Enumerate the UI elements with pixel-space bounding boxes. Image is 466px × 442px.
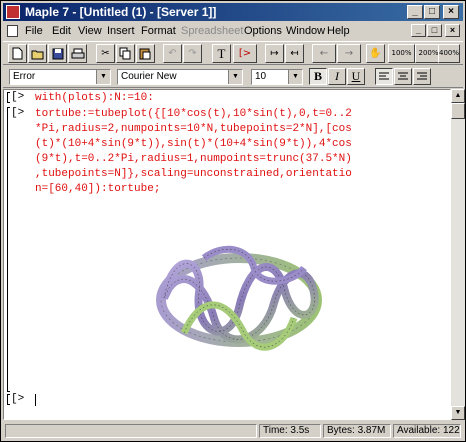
redo-icon[interactable]: ↷ [183, 44, 202, 63]
menu-window[interactable]: Window [286, 25, 325, 37]
scroll-thumb[interactable] [451, 103, 465, 119]
status-bytes: Bytes: 3.87M [323, 424, 391, 438]
doc-restore-button[interactable]: □ [427, 24, 442, 37]
menu-view[interactable]: View [78, 25, 102, 37]
execution-group-bracket[interactable] [7, 92, 10, 103]
3d-plot[interactable] [144, 238, 334, 368]
input-line[interactable]: (9*t),t=0..2*Pi,radius=1,numpoints=trunc… [35, 152, 352, 167]
maple-window: Maple 7 - [Untitled (1) - [Server 1]] _ … [0, 0, 466, 442]
align-right-button[interactable] [413, 68, 431, 85]
text-mode-button[interactable]: T [212, 44, 231, 63]
bold-button[interactable]: B [309, 68, 327, 85]
align-left-button[interactable] [375, 68, 393, 85]
open-folder-icon[interactable] [28, 44, 47, 63]
execution-group-bracket[interactable] [7, 107, 10, 392]
new-doc-icon[interactable] [8, 44, 27, 63]
status-bar: Time: 3.5s Bytes: 3.87M Available: 122M [3, 422, 463, 440]
input-prompt: [> [11, 393, 25, 405]
input-line[interactable]: *Pi,radius=2,numpoints=10*N,tubepoints=2… [35, 122, 352, 137]
menu-help[interactable]: Help [327, 25, 350, 37]
status-message [5, 424, 257, 438]
zoom-400-button[interactable]: 400% [438, 44, 460, 63]
stop-button[interactable]: ✋ [366, 44, 385, 63]
title-bar[interactable]: Maple 7 - [Untitled (1) - [Server 1]] _ … [3, 3, 463, 21]
minimize-button[interactable]: _ [407, 5, 423, 19]
input-prompt: [> [11, 107, 25, 119]
status-time: Time: 3.5s [259, 424, 321, 438]
zoom-100-button[interactable]: 100% [388, 44, 415, 63]
menu-edit[interactable]: Edit [52, 25, 71, 37]
menu-options[interactable]: Options [244, 25, 282, 37]
save-icon[interactable] [48, 44, 67, 63]
chevron-down-icon[interactable]: ▼ [96, 70, 110, 84]
font-size-select[interactable]: 10 ▼ [251, 69, 303, 85]
menu-bar: File Edit View Insert Format Spreadsheet… [3, 22, 463, 40]
menu-insert[interactable]: Insert [107, 25, 135, 37]
paste-icon[interactable] [136, 44, 155, 63]
execution-group-bracket[interactable] [7, 394, 10, 405]
input-line[interactable]: with(plots):N:=10: [35, 91, 154, 106]
print-icon[interactable] [68, 44, 87, 63]
indent-button[interactable]: ↦ [265, 44, 284, 63]
forward-button[interactable]: → [337, 44, 361, 63]
underline-button[interactable]: U [347, 68, 365, 85]
doc-icon[interactable] [7, 25, 18, 37]
format-toolbar: Error ▼ Courier New ▼ 10 ▼ B I U [3, 66, 463, 88]
text-cursor [35, 394, 36, 406]
input-line[interactable]: tortube:=tubeplot({[10*cos(t),10*sin(t),… [35, 107, 352, 122]
copy-icon[interactable] [116, 44, 135, 63]
input-line[interactable]: (t)*(10+4*sin(9*t)),sin(t)*(10+4*sin(9*t… [35, 137, 352, 152]
vertical-scrollbar[interactable]: ▲ ▼ [451, 89, 465, 420]
undo-icon[interactable]: ↶ [163, 44, 182, 63]
outdent-button[interactable]: ↤ [285, 44, 304, 63]
scroll-down-button[interactable]: ▼ [451, 406, 465, 420]
menu-format[interactable]: Format [141, 25, 176, 37]
input-line[interactable]: n=[60,40]):tortube; [35, 182, 160, 197]
back-button[interactable]: ← [312, 44, 336, 63]
doc-minimize-button[interactable]: _ [411, 24, 426, 37]
scroll-up-button[interactable]: ▲ [451, 89, 465, 103]
menu-file[interactable]: File [25, 25, 43, 37]
font-value: Courier New [121, 71, 177, 82]
main-toolbar: ✂ ↶ ↷ T [> ↦ ↤ ← → ✋ 100% 200% 400% [3, 41, 463, 65]
font-size-value: 10 [255, 71, 267, 82]
math-input-button[interactable]: [> [233, 44, 257, 63]
window-title: Maple 7 - [Untitled (1) - [Server 1]] [25, 5, 217, 19]
menu-spreadsheet[interactable]: Spreadsheet [181, 25, 243, 37]
align-center-button[interactable] [394, 68, 412, 85]
doc-close-button[interactable]: × [445, 24, 460, 37]
maple-app-icon[interactable] [6, 5, 20, 19]
chevron-down-icon[interactable]: ▼ [288, 70, 302, 84]
worksheet[interactable]: [> with(plots):N:=10: [> tortube:=tubepl… [3, 89, 451, 420]
style-value: Error [13, 71, 36, 82]
style-select[interactable]: Error ▼ [9, 69, 111, 85]
italic-button[interactable]: I [328, 68, 346, 85]
input-prompt: [> [11, 91, 25, 103]
chevron-down-icon[interactable]: ▼ [228, 70, 242, 84]
status-available: Available: 122M [393, 424, 461, 438]
close-button[interactable]: × [443, 5, 459, 19]
maximize-button[interactable]: □ [424, 5, 440, 19]
cut-icon[interactable]: ✂ [96, 44, 115, 63]
input-line[interactable]: ,tubepoints=N]},scaling=unconstrained,or… [35, 167, 352, 182]
font-select[interactable]: Courier New ▼ [117, 69, 243, 85]
